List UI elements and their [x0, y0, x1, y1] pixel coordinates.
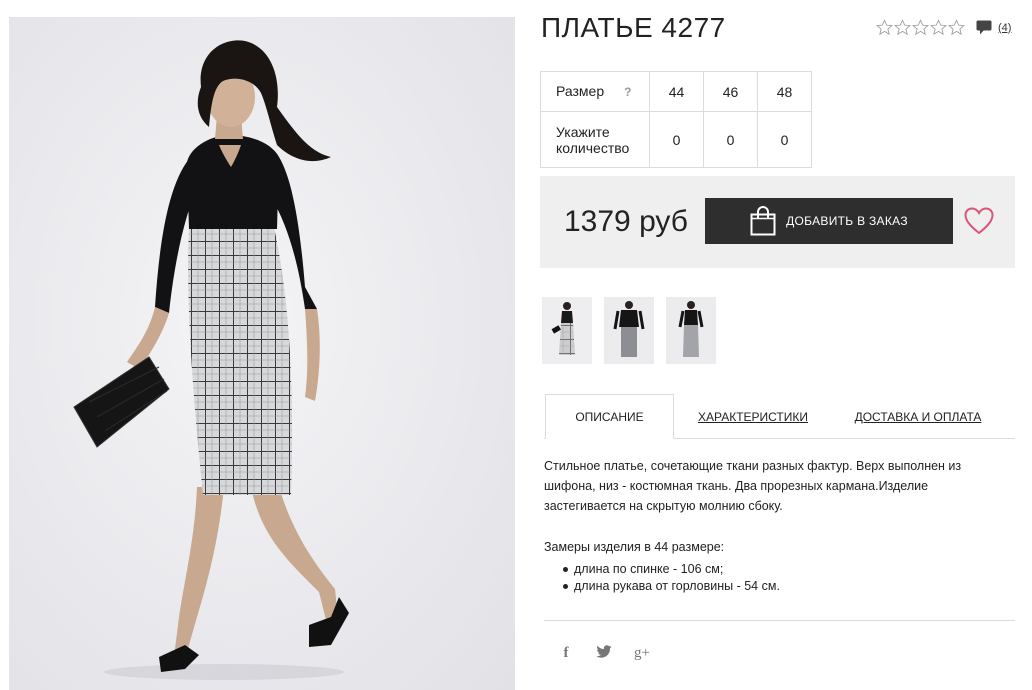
size-help-icon[interactable]: ?	[624, 85, 631, 99]
star-icon[interactable]	[948, 19, 965, 36]
add-to-order-button[interactable]: ДОБАВИТЬ В ЗАКАЗ	[705, 198, 953, 244]
star-icon[interactable]	[876, 19, 893, 36]
thumbnail-3[interactable]	[666, 297, 716, 364]
star-icon[interactable]	[912, 19, 929, 36]
measures-list: длина по спинке - 106 см; длина рукава о…	[562, 561, 780, 595]
thumbnail-1[interactable]	[542, 297, 592, 364]
size-44[interactable]: 44	[649, 71, 704, 112]
star-icon[interactable]	[930, 19, 947, 36]
google-plus-icon[interactable]: g+	[632, 645, 652, 662]
social-divider	[544, 620, 1015, 621]
size-label: Размер	[556, 83, 605, 99]
measures-title: Замеры изделия в 44 размере:	[544, 540, 725, 554]
social-share: f g+	[556, 645, 652, 662]
size-46[interactable]: 46	[703, 71, 758, 112]
tab-description[interactable]: ОПИСАНИЕ	[545, 394, 674, 439]
measure-item: длина рукава от горловины - 54 см.	[562, 578, 780, 595]
add-to-order-label: ДОБАВИТЬ В ЗАКАЗ	[786, 214, 908, 228]
main-product-photo	[9, 17, 515, 690]
description-text: Стильное платье, сочетающие ткани разных…	[544, 459, 962, 513]
product-title: ПЛАТЬЕ 4277	[541, 12, 726, 43]
size-table: Размер? 44 46 48 Укажите количество 0 0 …	[540, 71, 812, 168]
comment-icon	[976, 20, 992, 35]
facebook-icon[interactable]: f	[556, 645, 576, 662]
product-tabs: ОПИСАНИЕ ХАРАКТЕРИСТИКИ ДОСТАВКА И ОПЛАТ…	[544, 394, 1015, 439]
twitter-icon[interactable]	[594, 645, 614, 662]
price-box: 1379 руб ДОБАВИТЬ В ЗАКАЗ	[540, 176, 1015, 268]
tab-delivery-payment[interactable]: ДОСТАВКА И ОПЛАТА	[852, 394, 984, 439]
star-icon[interactable]	[894, 19, 911, 36]
quantity-label: Укажите количество	[540, 111, 650, 168]
quantity-46-input[interactable]: 0	[703, 111, 758, 168]
thumbnail-2[interactable]	[604, 297, 654, 364]
size-48[interactable]: 48	[757, 71, 812, 112]
reviews-link[interactable]: (4)	[976, 20, 1011, 35]
size-label-cell: Размер?	[540, 71, 650, 112]
measure-item: длина по спинке - 106 см;	[562, 561, 780, 578]
price: 1379 руб	[564, 205, 688, 238]
reviews-count[interactable]: (4)	[998, 22, 1011, 34]
quantity-48-input[interactable]: 0	[757, 111, 812, 168]
heart-icon[interactable]	[964, 207, 994, 235]
tab-characteristics[interactable]: ХАРАКТЕРИСТИКИ	[692, 394, 814, 439]
quantity-44-input[interactable]: 0	[649, 111, 704, 168]
rating-stars[interactable]	[876, 19, 965, 36]
shopping-bag-icon	[750, 206, 776, 236]
thumbnail-gallery	[542, 297, 716, 364]
